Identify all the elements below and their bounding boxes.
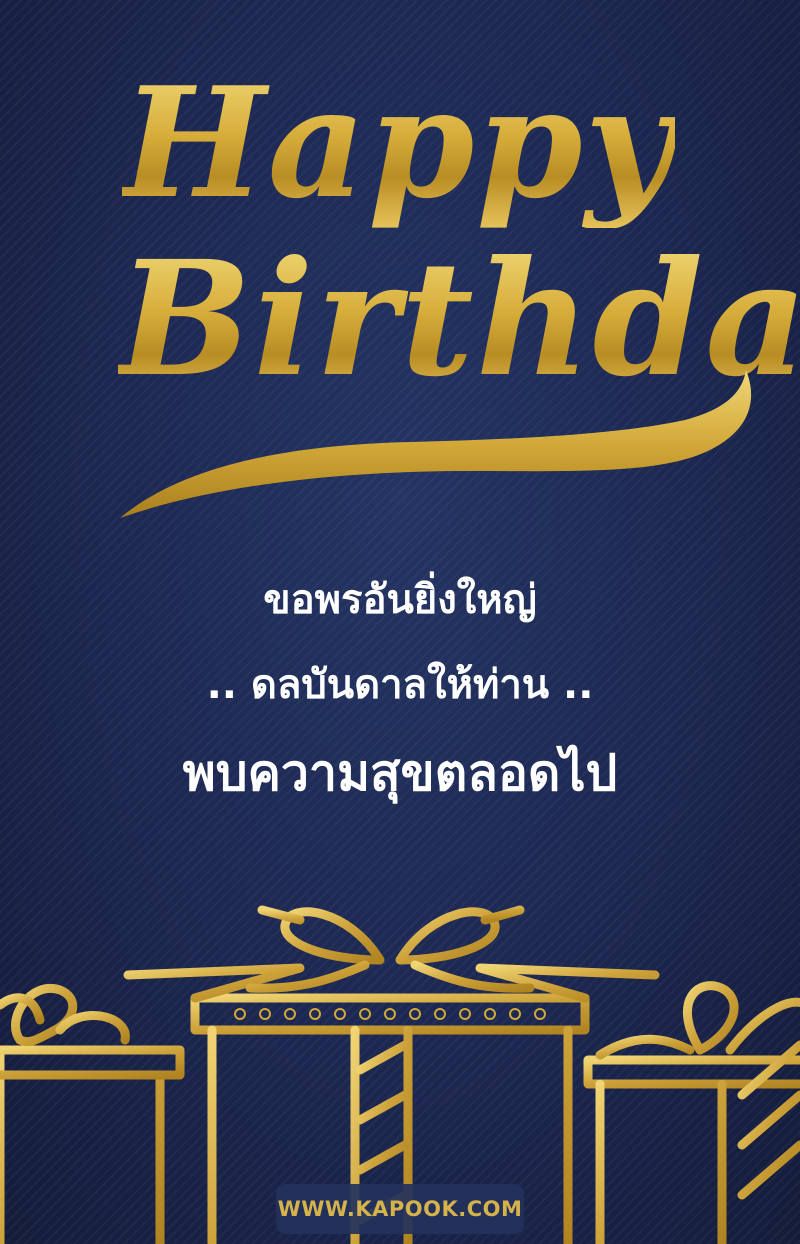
gold-swoosh	[120, 370, 752, 518]
website-badge: WWW.KAPOOK.COM	[276, 1184, 524, 1234]
gift-left	[0, 983, 185, 1244]
message-line-1: ขอพรอันยิ่งใหญ่	[263, 577, 537, 623]
headline: Happy Birthday	[0, 0, 800, 530]
birthday-card: Happy Birthday ขอพรอันยิ่งใหญ่ .. ดลบันด…	[0, 0, 800, 1244]
title-happy: Happy	[122, 53, 675, 232]
message-line-2: .. ดลบันดาลให้ท่าน ..	[206, 662, 594, 708]
gift-right	[583, 981, 800, 1244]
message-line-3: พบความสุขตลอดไป	[182, 744, 618, 802]
dot-band	[234, 1008, 546, 1020]
